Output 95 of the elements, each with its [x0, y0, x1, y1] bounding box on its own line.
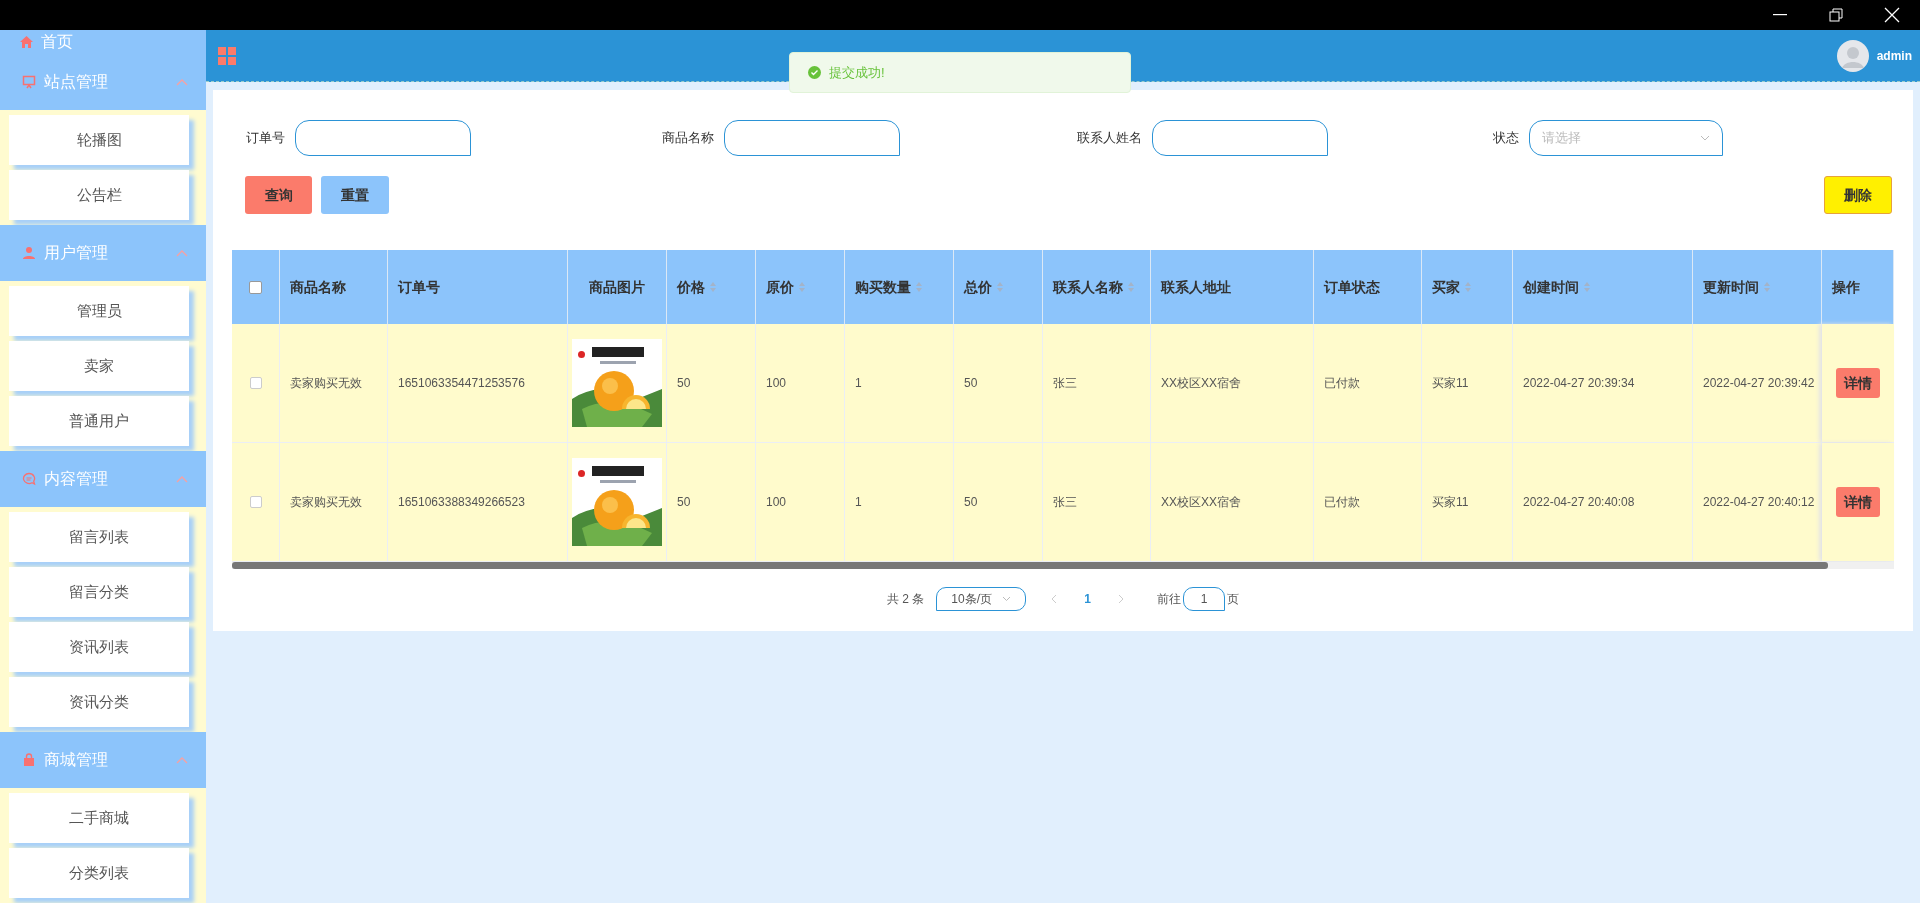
table-cell-text: 买家11: [1432, 375, 1469, 392]
sidebar-item[interactable]: 卖家: [9, 341, 189, 391]
grid-menu-icon[interactable]: [218, 46, 236, 65]
column-header[interactable]: 联系人名称: [1053, 277, 1123, 297]
table-cell-text: 100: [766, 375, 787, 392]
table-cell-text: 1651063354471253576: [398, 375, 525, 392]
chevron-up-icon: [176, 475, 188, 483]
sidebar-item[interactable]: 公告栏: [9, 170, 189, 220]
sort-icon[interactable]: [1763, 281, 1771, 293]
column-header[interactable]: 总价: [964, 277, 992, 297]
check-circle-icon: [808, 66, 821, 79]
chevron-down-icon: [1699, 135, 1710, 141]
home-icon: [20, 36, 33, 48]
horizontal-scrollbar[interactable]: [232, 562, 1894, 569]
column-header[interactable]: 购买数量: [855, 277, 911, 297]
sidebar-item[interactable]: 轮播图: [9, 115, 189, 165]
sidebar-item[interactable]: 分类列表: [9, 848, 189, 898]
row-checkbox[interactable]: [249, 496, 262, 508]
monitor-icon: [22, 75, 36, 89]
details-button[interactable]: 详情: [1836, 487, 1880, 517]
sidebar-item[interactable]: 资讯分类: [9, 677, 189, 727]
sort-icon[interactable]: [709, 281, 717, 293]
table-cell-text: 2022-04-27 20:39:42: [1703, 375, 1815, 392]
chevron-up-icon: [176, 756, 188, 764]
column-header: 商品名称: [290, 278, 346, 297]
column-header: 操作: [1832, 278, 1860, 297]
avatar-icon[interactable]: [1836, 39, 1869, 72]
sort-icon[interactable]: [798, 281, 806, 293]
column-header[interactable]: 价格: [677, 277, 705, 297]
sidebar-item[interactable]: 资讯列表: [9, 622, 189, 672]
sort-icon[interactable]: [1127, 281, 1135, 293]
page-suffix: 页: [1227, 591, 1239, 608]
sort-icon[interactable]: [915, 281, 923, 293]
filter-label: 商品名称: [661, 129, 714, 148]
sidebar-item[interactable]: 管理员: [9, 286, 189, 336]
table-cell-text: 张三: [1053, 375, 1077, 392]
goto-label: 前往: [1157, 591, 1181, 608]
table-cell-text: 100: [766, 494, 787, 511]
table-cell-text: 2022-04-27 20:40:08: [1523, 494, 1635, 511]
filter-label: 状态: [1492, 129, 1519, 148]
table-cell-text: 已付款: [1324, 494, 1360, 511]
total-count: 共 2 条: [887, 591, 925, 608]
sort-icon[interactable]: [1464, 281, 1472, 293]
column-header[interactable]: 买家: [1432, 277, 1460, 297]
sidebar-item[interactable]: 普通用户: [9, 396, 189, 446]
filter-input-field[interactable]: [1152, 120, 1328, 156]
table-cell-text: 2022-04-27 20:40:12: [1703, 494, 1815, 511]
column-header[interactable]: 原价: [766, 277, 794, 297]
column-header: 联系人地址: [1161, 278, 1231, 297]
table-cell-text: 50: [677, 375, 691, 392]
column-header: 订单号: [398, 278, 440, 297]
chat-icon: [22, 472, 36, 486]
table-cell-text: 卖家购买无效: [290, 375, 362, 392]
sidebar-item[interactable]: 留言列表: [9, 512, 189, 562]
table-cell-text: 1: [855, 375, 862, 392]
table-cell-text: 50: [964, 375, 978, 392]
user-icon: [22, 246, 36, 260]
table-cell-text: XX校区XX宿舍: [1161, 375, 1241, 392]
column-header: 商品图片: [589, 278, 645, 297]
reset-button[interactable]: 重置: [321, 176, 389, 214]
table-cell-text: 买家11: [1432, 494, 1469, 511]
filter-label: 订单号: [246, 129, 285, 148]
delete-button[interactable]: 删除: [1824, 176, 1892, 214]
success-toast: 提交成功!: [789, 52, 1131, 93]
details-button[interactable]: 详情: [1836, 368, 1880, 398]
table-cell-text: 50: [677, 494, 691, 511]
next-page-icon[interactable]: [1117, 594, 1125, 604]
filter-input-field[interactable]: [295, 120, 471, 156]
table-cell-text: 卖家购买无效: [290, 494, 362, 511]
sidebar-item[interactable]: 二手商城: [9, 793, 189, 843]
filter-input-field[interactable]: [723, 120, 900, 156]
table-cell-text: 张三: [1053, 494, 1077, 511]
table-cell-text: 50: [964, 494, 978, 511]
page-size-select[interactable]: 10条/页: [936, 587, 1027, 611]
select-all-checkbox[interactable]: [249, 280, 262, 294]
goto-page-field[interactable]: 1: [1183, 587, 1225, 611]
table-cell-text: XX校区XX宿舍: [1161, 494, 1241, 511]
row-checkbox[interactable]: [249, 377, 262, 389]
chevron-down-icon: [1002, 596, 1012, 602]
search-button[interactable]: 查询: [245, 176, 312, 214]
chevron-up-icon: [176, 78, 188, 86]
column-header: 订单状态: [1324, 278, 1380, 297]
table-cell-text: 1651063388349266523: [398, 494, 525, 511]
sidebar-item[interactable]: 留言分类: [9, 567, 189, 617]
column-header[interactable]: 更新时间: [1703, 277, 1759, 297]
filter-label: 联系人姓名: [1077, 129, 1142, 148]
table-cell-text: 2022-04-27 20:39:34: [1523, 375, 1635, 392]
table-cell-text: 1: [855, 494, 862, 511]
table-cell-text: 已付款: [1324, 375, 1360, 392]
sort-icon[interactable]: [996, 281, 1004, 293]
bag-icon: [22, 753, 36, 767]
previous-page-icon[interactable]: [1050, 594, 1059, 604]
sort-icon[interactable]: [1583, 281, 1591, 293]
chevron-up-icon: [176, 249, 188, 257]
column-header[interactable]: 创建时间: [1523, 277, 1579, 297]
